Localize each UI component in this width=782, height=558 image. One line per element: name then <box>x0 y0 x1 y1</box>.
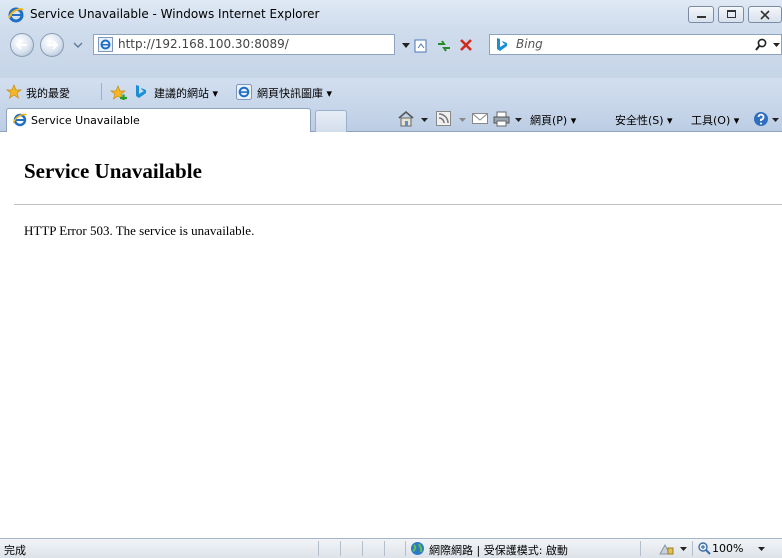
page-content: Service Unavailable HTTP Error 503. The … <box>0 132 782 538</box>
back-button[interactable] <box>10 33 34 57</box>
read-mail-icon[interactable] <box>472 112 488 125</box>
suggested-sites-icon <box>136 85 146 98</box>
search-field[interactable]: Bing <box>489 34 782 55</box>
status-divider <box>362 541 363 556</box>
browser-window: Service Unavailable - Windows Internet E… <box>0 0 782 558</box>
page-ie-icon <box>98 37 113 52</box>
favorites-separator <box>101 83 102 100</box>
status-text: 完成 <box>4 544 26 557</box>
protected-mode-dropdown-icon[interactable] <box>680 547 687 551</box>
search-icon[interactable] <box>755 38 767 51</box>
home-icon[interactable] <box>397 110 415 127</box>
home-dropdown-icon[interactable] <box>421 118 428 122</box>
minimize-button[interactable] <box>688 6 714 23</box>
tab-service-unavailable[interactable]: Service Unavailable <box>6 108 311 132</box>
status-divider <box>692 541 693 556</box>
minimize-icon <box>697 16 706 18</box>
close-button[interactable] <box>748 6 782 23</box>
zoom-magnifier-icon[interactable] <box>698 542 711 555</box>
page-heading: Service Unavailable <box>24 159 202 183</box>
status-divider <box>340 541 341 556</box>
tab-row: Service Unavailable 網頁(P) ▾ 安全性(S) ▾ 工具(… <box>0 106 782 132</box>
bing-logo-icon <box>497 38 507 51</box>
safety-menu[interactable]: 安全性(S) ▾ <box>615 112 673 128</box>
protected-mode-icon[interactable] <box>659 542 675 555</box>
status-divider <box>318 541 319 556</box>
zoom-dropdown-icon[interactable] <box>758 547 765 551</box>
forward-button[interactable] <box>40 33 64 57</box>
web-slice-gallery-button[interactable]: 網頁快訊圖庫 ▾ <box>236 82 346 102</box>
feeds-icon[interactable] <box>436 111 451 126</box>
suggested-sites-button[interactable]: 建議的網站 ▾ <box>135 82 230 102</box>
status-divider <box>640 541 641 556</box>
ie-logo-icon <box>8 7 24 23</box>
heading-divider <box>14 204 782 205</box>
close-icon <box>760 10 770 20</box>
forward-arrow-icon <box>47 40 58 50</box>
help-dropdown-icon[interactable] <box>772 118 779 122</box>
compatibility-view-icon[interactable] <box>414 38 430 54</box>
address-dropdown-icon[interactable] <box>402 43 410 48</box>
search-options-dropdown-icon[interactable] <box>773 43 780 47</box>
web-slice-gallery-label: 網頁快訊圖庫 ▾ <box>257 87 333 100</box>
maximize-button[interactable] <box>718 6 744 23</box>
error-message: HTTP Error 503. The service is unavailab… <box>24 223 255 238</box>
tab-ie-icon <box>13 113 27 127</box>
add-to-favorites-bar-icon[interactable] <box>110 85 128 100</box>
stop-icon[interactable] <box>459 38 473 52</box>
security-zone-text[interactable]: 網際網路 | 受保護模式: 啟動 <box>429 542 568 558</box>
status-bar: 完成 網際網路 | 受保護模式: 啟動 100% <box>0 538 782 558</box>
title-bar: Service Unavailable - Windows Internet E… <box>0 0 782 30</box>
status-divider <box>384 541 385 556</box>
internet-zone-globe-icon <box>411 542 424 555</box>
address-field[interactable]: http://192.168.100.30:8089/ <box>93 34 395 55</box>
print-icon[interactable] <box>493 111 510 127</box>
search-placeholder: Bing <box>516 37 543 51</box>
navigation-bar: http://192.168.100.30:8089/ Bing <box>0 30 782 78</box>
address-url: http://192.168.100.30:8089/ <box>118 37 289 51</box>
tab-label: Service Unavailable <box>31 114 140 127</box>
page-menu[interactable]: 網頁(P) ▾ <box>530 112 576 128</box>
favorites-star-icon <box>6 84 22 99</box>
web-slice-ie-icon <box>236 84 252 100</box>
window-title: Service Unavailable - Windows Internet E… <box>30 7 320 21</box>
history-dropdown-icon[interactable] <box>73 42 83 49</box>
status-divider <box>405 541 406 556</box>
feeds-dropdown-icon[interactable] <box>459 118 466 122</box>
print-dropdown-icon[interactable] <box>515 118 522 122</box>
favorites-label: 我的最愛 <box>26 87 70 100</box>
back-arrow-icon <box>16 40 27 50</box>
tools-menu[interactable]: 工具(O) ▾ <box>691 112 739 128</box>
zoom-level[interactable]: 100% <box>712 542 743 555</box>
help-icon[interactable] <box>753 111 769 127</box>
suggested-sites-label: 建議的網站 ▾ <box>154 87 219 100</box>
new-tab-button[interactable] <box>315 110 347 132</box>
refresh-icon[interactable] <box>436 38 452 54</box>
maximize-icon <box>727 10 736 18</box>
favorites-bar: 我的最愛 建議的網站 ▾ 網頁快訊圖庫 ▾ <box>0 78 782 106</box>
